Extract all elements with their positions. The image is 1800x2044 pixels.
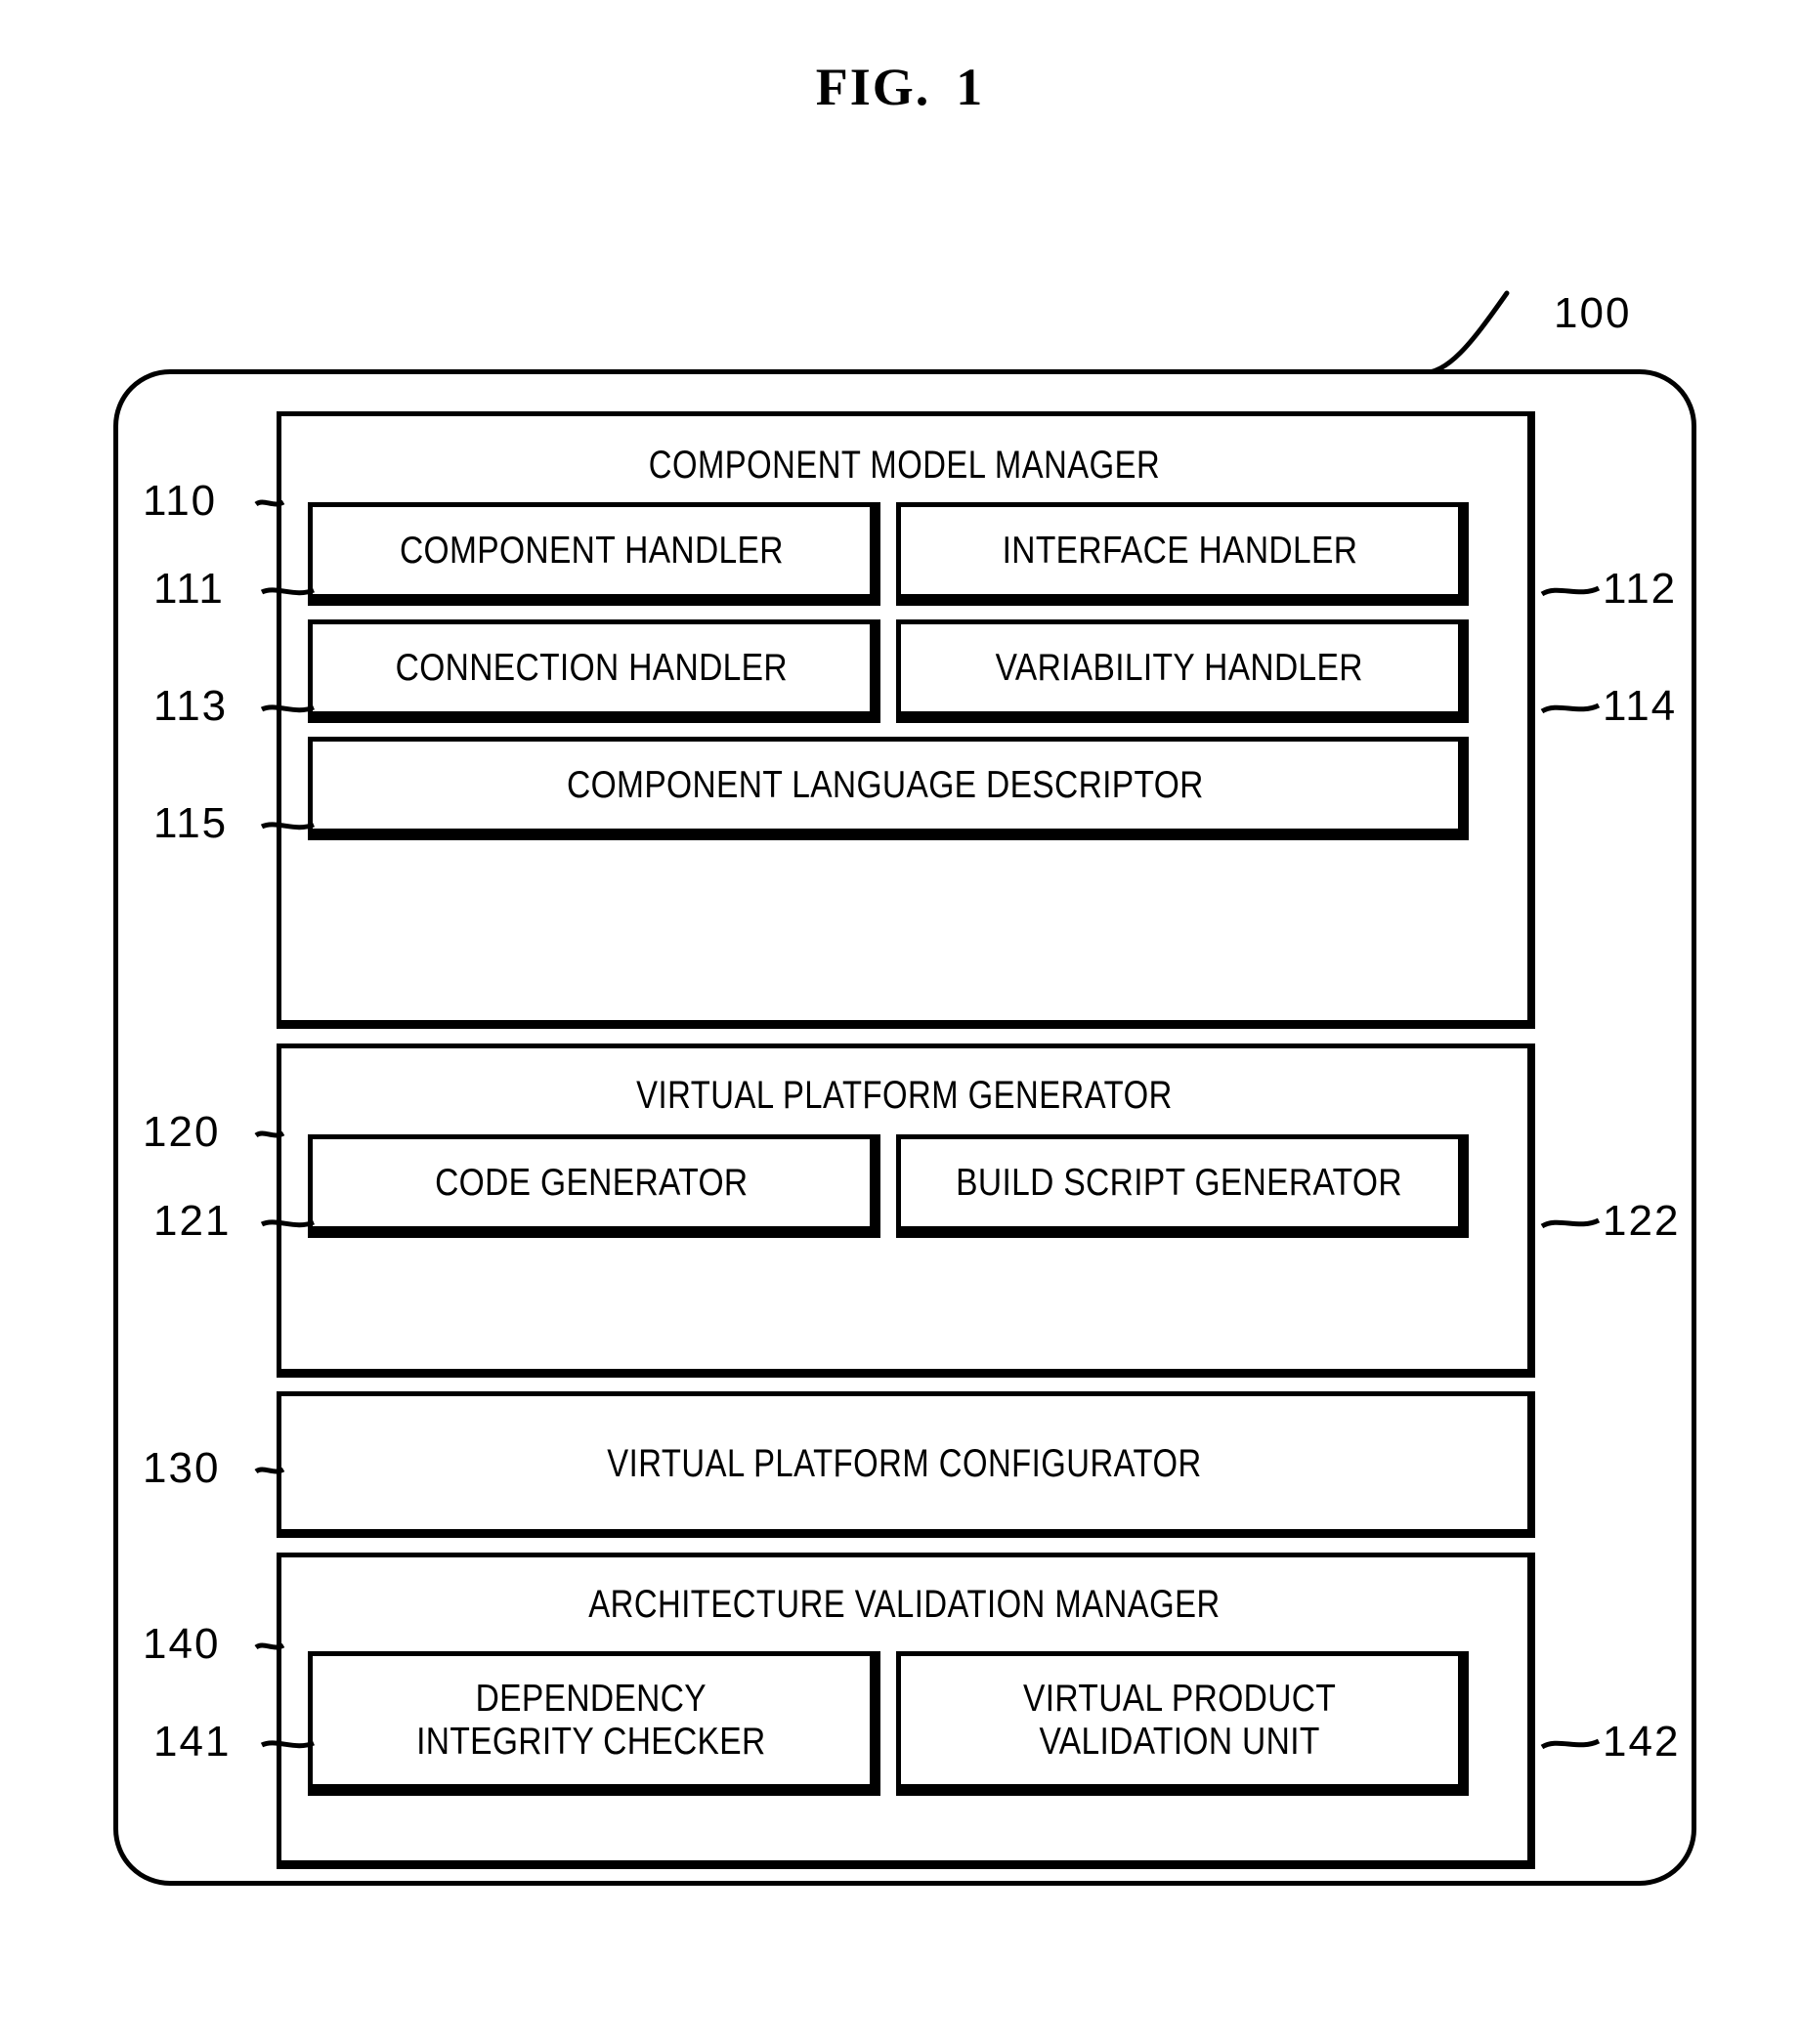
ref-115-leader-line [260,822,315,830]
section-title-110: COMPONENT MODEL MANAGER [648,444,1161,487]
figure-title-number: 1 [956,58,985,116]
section-architecture-validation-manager: ARCHITECTURE VALIDATION MANAGER DEPENDEN… [277,1553,1535,1869]
unit-label-121-line1: CODE GENERATOR [434,1161,749,1204]
ref-114-leader-line [1540,703,1601,714]
unit-label-111-line1: COMPONENT HANDLER [399,529,784,572]
ref-122-leader-line [1540,1217,1601,1229]
unit-code-generator[interactable]: CODE GENERATOR [308,1134,880,1238]
unit-virtual-product-validation-unit[interactable]: VIRTUAL PRODUCT VALIDATION UNIT [896,1651,1469,1796]
ref-114-label: 114 [1603,682,1678,730]
ref-113-label: 113 [153,682,229,730]
ref-141-label: 141 [153,1718,232,1766]
ref-100-label: 100 [1554,289,1632,337]
ref-120-label: 120 [143,1108,221,1156]
ref-111-label: 111 [153,565,225,613]
unit-dependency-integrity-checker[interactable]: DEPENDENCY INTEGRITY CHECKER [308,1651,880,1796]
section-virtual-platform-configurator: VIRTUAL PLATFORM CONFIGURATOR [277,1391,1535,1538]
unit-label-111: COMPONENT HANDLER [400,530,784,573]
figure-title: FIG. 1 [0,57,1800,117]
unit-label-113-line1: CONNECTION HANDLER [395,646,788,689]
unit-label-115-line1: COMPONENT LANGUAGE DESCRIPTOR [567,763,1204,806]
ref-130-label: 130 [143,1444,221,1492]
ref-120-leader-line [254,1130,285,1138]
ref-142-leader-line [1540,1738,1601,1750]
unit-label-113: CONNECTION HANDLER [395,647,787,690]
ref-110-leader-line [254,499,285,507]
ref-113-leader-line [260,704,315,713]
ref-140-label: 140 [143,1620,221,1668]
unit-label-122: BUILD SCRIPT GENERATOR [957,1162,1403,1205]
ref-122-label: 122 [1603,1197,1681,1245]
ref-121-leader-line [260,1219,315,1228]
section-title-120: VIRTUAL PLATFORM GENERATOR [636,1074,1173,1117]
unit-label-122-line1: BUILD SCRIPT GENERATOR [956,1161,1403,1204]
unit-label-141-line2: INTEGRITY CHECKER [416,1720,766,1763]
unit-label-121: CODE GENERATOR [435,1162,748,1205]
unit-label-142: VIRTUAL PRODUCT VALIDATION UNIT [1023,1678,1336,1763]
unit-component-language-descriptor[interactable]: COMPONENT LANGUAGE DESCRIPTOR [308,737,1469,840]
unit-label-114: VARIABILITY HANDLER [996,647,1363,690]
unit-interface-handler[interactable]: INTERFACE HANDLER [896,502,1469,606]
section-title-140: ARCHITECTURE VALIDATION MANAGER [588,1583,1221,1626]
ref-130-leader-line [254,1467,285,1474]
ref-140-leader-line [254,1642,285,1650]
unit-variability-handler[interactable]: VARIABILITY HANDLER [896,619,1469,723]
ref-112-label: 112 [1603,565,1678,613]
unit-build-script-generator[interactable]: BUILD SCRIPT GENERATOR [896,1134,1469,1238]
ref-115-label: 115 [153,799,229,847]
ref-110-label: 110 [143,477,218,525]
ref-141-leader-line [260,1740,315,1749]
unit-label-112: INTERFACE HANDLER [1002,530,1357,573]
ref-100-leader-line [1418,290,1510,376]
ref-142-label: 142 [1603,1718,1681,1766]
unit-label-141: DEPENDENCY INTEGRITY CHECKER [416,1678,765,1763]
ref-111-leader-line [260,587,315,596]
unit-connection-handler[interactable]: CONNECTION HANDLER [308,619,880,723]
unit-label-141-line1: DEPENDENCY [475,1677,707,1720]
unit-label-115: COMPONENT LANGUAGE DESCRIPTOR [567,764,1204,807]
unit-label-112-line1: INTERFACE HANDLER [1002,529,1357,572]
section-virtual-platform-generator: VIRTUAL PLATFORM GENERATOR CODE GENERATO… [277,1043,1535,1378]
section-component-model-manager: COMPONENT MODEL MANAGER COMPONENT HANDLE… [277,411,1535,1029]
unit-label-114-line1: VARIABILITY HANDLER [995,646,1364,689]
unit-label-142-line1: VIRTUAL PRODUCT [1022,1677,1337,1720]
unit-component-handler[interactable]: COMPONENT HANDLER [308,502,880,606]
unit-label-142-line2: VALIDATION UNIT [1039,1720,1320,1763]
section-title-130: VIRTUAL PLATFORM CONFIGURATOR [607,1442,1202,1485]
ref-121-label: 121 [153,1197,232,1245]
ref-112-leader-line [1540,585,1601,597]
figure-title-prefix: FIG. [815,58,931,116]
